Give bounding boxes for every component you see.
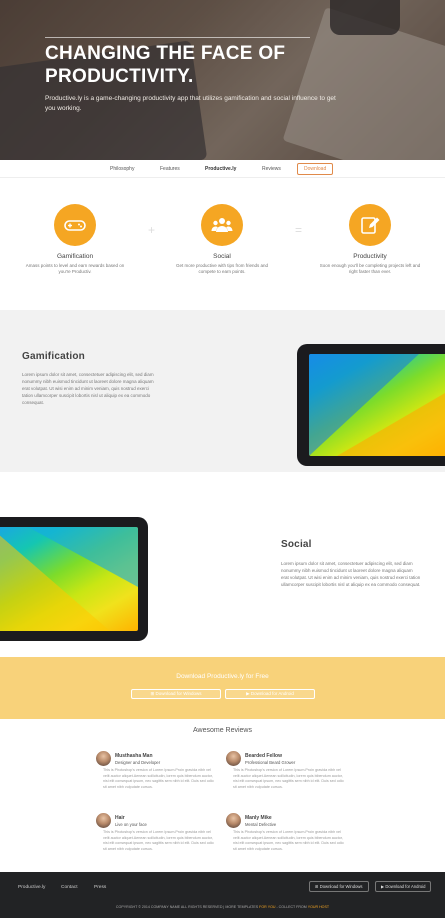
reviewer-role: Mental Defective bbox=[245, 822, 277, 827]
feature-text: Get more productive with tips from frien… bbox=[175, 263, 269, 274]
reviews-section: Awesome Reviews Musthasha Man Designer a… bbox=[0, 719, 445, 872]
footer-link-productively[interactable]: Productive.ly bbox=[18, 885, 45, 890]
footer: Productive.ly Contact Press ⊞ Download f… bbox=[0, 872, 445, 918]
nav-philosophy[interactable]: Philosophy bbox=[110, 166, 134, 172]
feature-productivity: Productivity Soon enough you'll be compl… bbox=[310, 204, 430, 275]
avatar bbox=[226, 751, 241, 766]
users-icon bbox=[201, 204, 243, 246]
feature-title: Gamification bbox=[56, 253, 94, 260]
reviewer-name: Musthasha Man bbox=[115, 753, 153, 759]
feature-social: Social Get more productive with tips fro… bbox=[162, 204, 282, 275]
equals-operator: = bbox=[295, 223, 303, 237]
download-android-button[interactable]: ▶ Download for Android bbox=[225, 689, 315, 699]
feature-text: Soon enough you'll be completing project… bbox=[319, 263, 421, 274]
reviewer-name: Bearded Fellow bbox=[245, 753, 282, 759]
main-nav: Philosophy Features Productive.ly Review… bbox=[0, 160, 445, 178]
footer-download-android-button[interactable]: ▶ Download for Android bbox=[375, 881, 432, 892]
avatar bbox=[226, 813, 241, 828]
download-title: Download Productive.ly for Free bbox=[176, 673, 269, 680]
gamification-text: Lorem ipsum dolor sit amet, consectetuer… bbox=[22, 372, 154, 405]
nav-download-button[interactable]: Download bbox=[297, 163, 334, 175]
edit-icon bbox=[349, 204, 391, 246]
copyright-link[interactable]: FOR YOU bbox=[259, 905, 275, 909]
tablet-image bbox=[297, 344, 445, 466]
nav-features[interactable]: Features bbox=[160, 166, 180, 172]
avatar bbox=[96, 751, 111, 766]
plus-operator: + bbox=[148, 223, 156, 237]
feature-text: Amass points to level and earn rewards b… bbox=[25, 263, 125, 274]
copyright-host-link[interactable]: YOUR HOST bbox=[308, 905, 329, 909]
copyright: COPYRIGHT © 2014 COMPANY NAME ALL RIGHTS… bbox=[115, 905, 330, 909]
download-windows-button[interactable]: ⊞ Download for Windows bbox=[131, 689, 221, 699]
download-section: Download Productive.ly for Free ⊞ Downlo… bbox=[0, 657, 445, 719]
reviews-heading: Awesome Reviews bbox=[192, 727, 252, 734]
footer-link-press[interactable]: Press bbox=[94, 885, 106, 890]
footer-download-windows-button[interactable]: ⊞ Download for Windows bbox=[309, 881, 369, 892]
feature-title: Social bbox=[213, 253, 231, 260]
gamepad-icon bbox=[54, 204, 96, 246]
social-title: Social bbox=[281, 539, 312, 550]
social-section: Social Lorem ipsum dolor sit amet, conse… bbox=[0, 472, 445, 657]
reviewer-name: Hair bbox=[115, 815, 125, 821]
reviewer-role: Professional Beard Grower bbox=[245, 760, 296, 765]
feature-gamification: Gamification Amass points to level and e… bbox=[15, 204, 135, 275]
review-text: This is Photoshop's version of Lorem Ips… bbox=[233, 830, 344, 851]
hero-subtitle: Productive.ly is a game-changing product… bbox=[45, 95, 336, 112]
hero-section: CHANGING THE FACE OF PRODUCTIVITY. Produ… bbox=[0, 0, 445, 160]
tablet-image bbox=[0, 517, 148, 641]
hero-title: CHANGING THE FACE OF PRODUCTIVITY. bbox=[45, 43, 286, 87]
gamification-section: Gamification Lorem ipsum dolor sit amet,… bbox=[0, 310, 445, 472]
footer-link-contact[interactable]: Contact bbox=[61, 885, 78, 890]
reviewer-role: Designer and Developer bbox=[115, 760, 161, 765]
reviewer-role: Live on your face bbox=[115, 822, 147, 827]
feature-title: Productivity bbox=[353, 253, 387, 260]
nav-productively[interactable]: Productive.ly bbox=[205, 166, 236, 172]
social-text: Lorem ipsum dolor sit amet, consectetuer… bbox=[281, 561, 421, 587]
avatar bbox=[96, 813, 111, 828]
hero-divider bbox=[45, 37, 310, 38]
review-text: This is Photoshop's version of Lorem Ips… bbox=[233, 768, 344, 789]
gamification-title: Gamification bbox=[22, 351, 85, 362]
review-text: This is Photoshop's version of Lorem Ips… bbox=[103, 830, 214, 851]
features-section: Gamification Amass points to level and e… bbox=[0, 178, 445, 310]
nav-reviews[interactable]: Reviews bbox=[262, 166, 281, 172]
reviewer-name: Manly Mike bbox=[245, 815, 272, 821]
review-text: This is Photoshop's version of Lorem Ips… bbox=[103, 768, 214, 789]
